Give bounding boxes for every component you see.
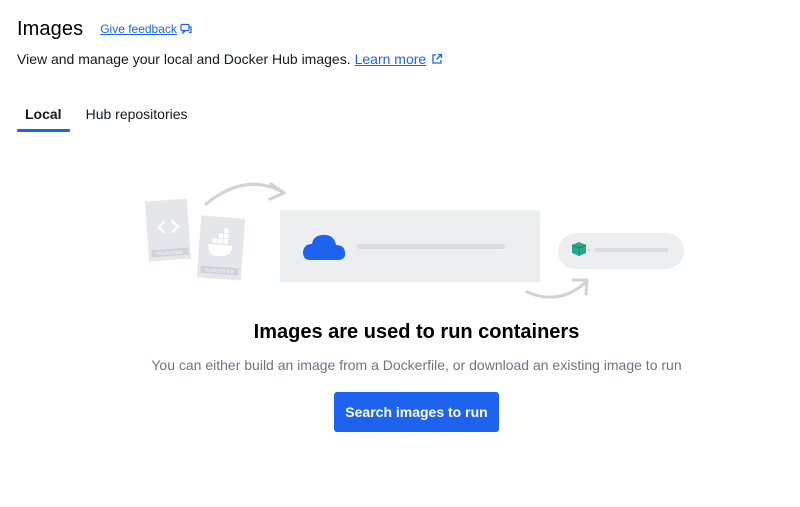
arrow-icon [525,278,589,299]
give-feedback-link[interactable]: Give feedback [100,22,192,36]
tab-bar: Local Hub repositories [17,106,196,132]
tab-local[interactable]: Local [17,106,70,132]
page-header: Images Give feedback [17,18,192,41]
page-title: Images [17,18,84,40]
container-pill [558,233,684,269]
learn-more-label: Learn more [354,51,427,67]
give-feedback-label: Give feedback [100,22,177,36]
code-file-icon: YOUR CODE [144,198,192,262]
arrow-icon [204,182,286,206]
learn-more-link[interactable]: Learn more [355,51,444,67]
empty-state-title: Images are used to run containers [253,321,580,343]
page-description: View and manage your local and Docker Hu… [17,51,443,67]
empty-state-illustration: YOUR CODE DOCKERFILE [144,182,684,299]
tab-hub-repositories[interactable]: Hub repositories [78,106,196,130]
page-description-text: View and manage your local and Docker Hu… [17,51,351,67]
feedback-icon [180,23,192,35]
registry-panel [280,210,540,282]
external-link-icon [432,53,443,64]
dockerfile-icon: DOCKERFILE [196,215,246,281]
empty-state-description: You can either build an image from a Doc… [151,357,682,373]
search-images-button[interactable]: Search images to run [334,392,499,432]
